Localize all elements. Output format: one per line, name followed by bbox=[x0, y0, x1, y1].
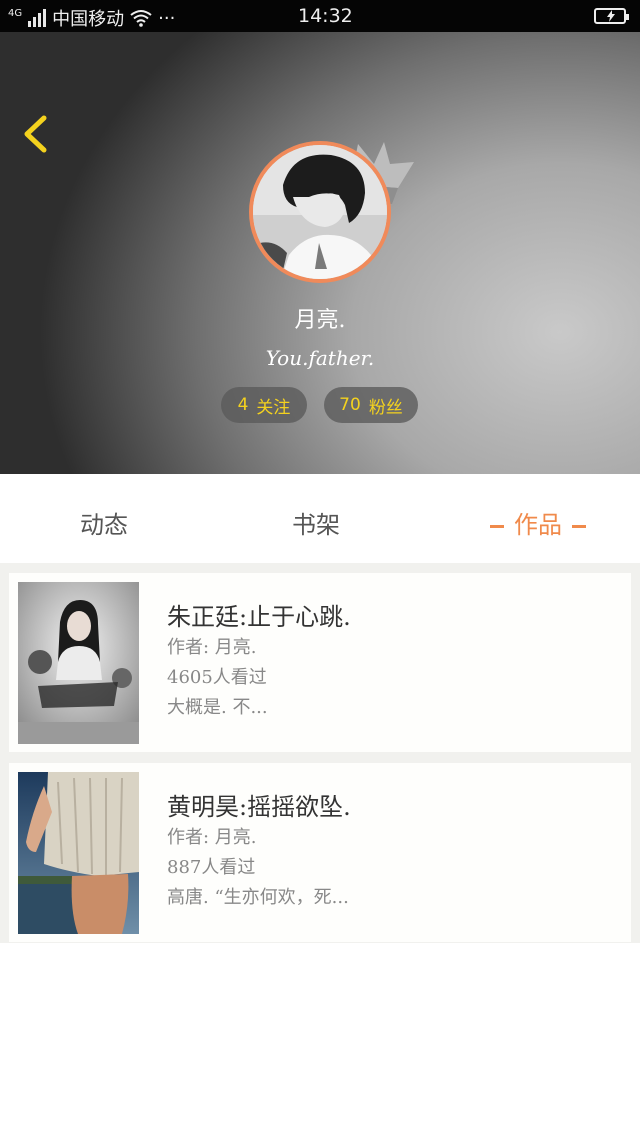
tab-bookshelf[interactable]: 书架 bbox=[292, 505, 340, 540]
avatar-photo bbox=[253, 145, 387, 279]
work-author: 作者: 月亮. bbox=[167, 827, 257, 848]
wifi-icon bbox=[130, 10, 152, 27]
book-cover bbox=[18, 772, 139, 934]
avatar[interactable] bbox=[249, 141, 391, 283]
tab-activity[interactable]: 动态 bbox=[80, 505, 128, 540]
profile-header: 月亮. You.father. 4 关注 70 粉丝 bbox=[0, 32, 640, 474]
charging-icon bbox=[607, 10, 615, 22]
clock: 14:32 bbox=[298, 5, 353, 27]
network-type: 4G bbox=[8, 7, 23, 19]
fans-label: 粉丝 bbox=[368, 397, 403, 418]
book-cover-image-1 bbox=[18, 582, 139, 744]
status-left: 4G 中国移动 ··· bbox=[8, 5, 175, 31]
work-excerpt: 高唐. “生亦何欢，死... bbox=[167, 887, 349, 908]
tab-indicator-left bbox=[490, 525, 504, 528]
fans-count: 70 bbox=[339, 395, 361, 415]
work-title: 黄明昊:摇摇欲坠. bbox=[167, 793, 351, 821]
carrier-name: 中国移动 bbox=[52, 9, 125, 30]
work-excerpt: 大概是. 不... bbox=[167, 697, 268, 718]
tab-works-label: 作品 bbox=[514, 511, 562, 539]
work-views: 887人看过 bbox=[167, 857, 256, 878]
book-cover bbox=[18, 582, 139, 744]
list-item[interactable]: 黄明昊:摇摇欲坠. 作者: 月亮. 887人看过 高唐. “生亦何欢，死... bbox=[9, 763, 631, 942]
status-bar: 4G 中国移动 ··· 14:32 bbox=[0, 0, 640, 32]
tab-indicator-right bbox=[572, 525, 586, 528]
work-author: 作者: 月亮. bbox=[167, 637, 257, 658]
signal-icon bbox=[28, 9, 47, 27]
following-button[interactable]: 4 关注 bbox=[221, 387, 307, 423]
tab-works[interactable]: 作品 bbox=[480, 505, 596, 540]
tab-bar: 动态 书架 作品 bbox=[0, 475, 640, 563]
following-label: 关注 bbox=[256, 397, 291, 418]
book-cover-image-2 bbox=[18, 772, 139, 934]
nickname: 月亮. bbox=[294, 308, 346, 333]
following-count: 4 bbox=[237, 395, 249, 415]
works-list: 朱正廷:止于心跳. 作者: 月亮. 4605人看过 大概是. 不... 黄明昊:… bbox=[0, 563, 640, 943]
more-indicator: ··· bbox=[158, 7, 176, 29]
battery-icon bbox=[594, 8, 629, 24]
work-title: 朱正廷:止于心跳. bbox=[167, 603, 351, 631]
work-views: 4605人看过 bbox=[167, 667, 267, 688]
back-arrow-icon[interactable] bbox=[18, 112, 52, 156]
signature: You.father. bbox=[265, 346, 375, 370]
list-item[interactable]: 朱正廷:止于心跳. 作者: 月亮. 4605人看过 大概是. 不... bbox=[9, 573, 631, 752]
fans-button[interactable]: 70 粉丝 bbox=[324, 387, 418, 423]
